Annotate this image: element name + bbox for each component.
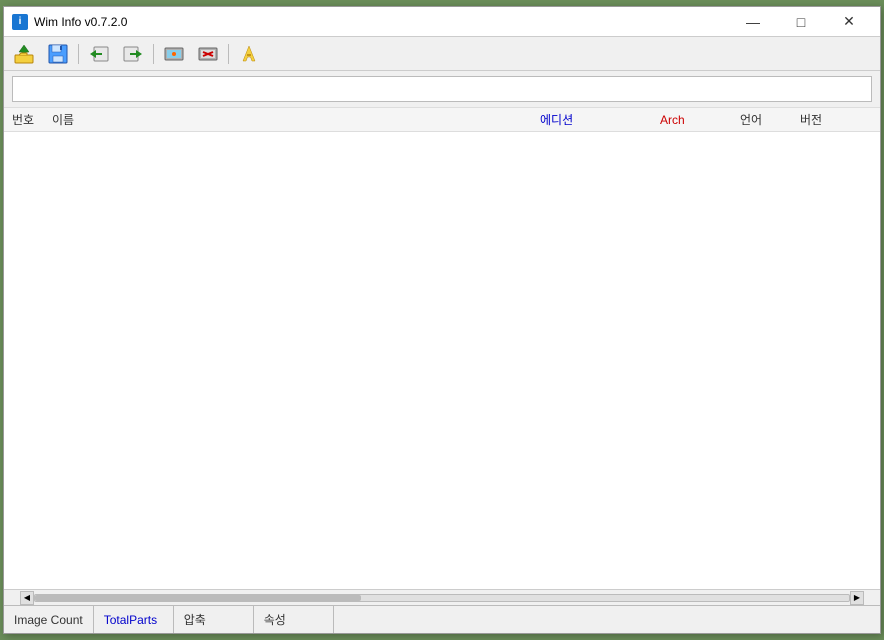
status-bar: Image Count TotalParts 압축 속성 bbox=[4, 605, 880, 633]
col-header-edition[interactable]: 에디션 bbox=[536, 111, 656, 128]
minimize-button[interactable]: — bbox=[730, 7, 776, 37]
import-image-button[interactable] bbox=[117, 40, 149, 68]
open-wim-icon bbox=[13, 43, 35, 65]
close-button[interactable]: ✕ bbox=[826, 7, 872, 37]
scroll-track[interactable] bbox=[34, 594, 850, 602]
toolbar bbox=[4, 37, 880, 71]
maximize-button[interactable]: □ bbox=[778, 7, 824, 37]
separator-1 bbox=[78, 44, 79, 64]
col-header-number[interactable]: 번호 bbox=[8, 111, 48, 128]
col-header-language[interactable]: 언어 bbox=[736, 111, 796, 128]
col-header-version[interactable]: 버전 bbox=[796, 111, 876, 128]
status-properties: 속성 bbox=[254, 606, 334, 633]
export-image-button[interactable] bbox=[83, 40, 115, 68]
scroll-thumb[interactable] bbox=[35, 595, 361, 601]
scroll-left-button[interactable]: ◀ bbox=[20, 591, 34, 605]
horizontal-scrollbar[interactable]: ◀ ▶ bbox=[4, 589, 880, 605]
delete-image-icon bbox=[197, 43, 219, 65]
address-input[interactable] bbox=[17, 82, 867, 96]
col-header-name[interactable]: 이름 bbox=[48, 111, 536, 128]
title-bar: i Wim Info v0.7.2.0 — □ ✕ bbox=[4, 7, 880, 37]
open-wim-button[interactable] bbox=[8, 40, 40, 68]
capture-image-button[interactable] bbox=[158, 40, 190, 68]
save-wim-icon bbox=[47, 43, 69, 65]
address-bar[interactable] bbox=[12, 76, 872, 102]
title-bar-left: i Wim Info v0.7.2.0 bbox=[12, 14, 127, 30]
scroll-right-button[interactable]: ▶ bbox=[850, 591, 864, 605]
content-area: 번호 이름 에디션 Arch 언어 버전 bbox=[4, 108, 880, 589]
title-bar-controls: — □ ✕ bbox=[730, 7, 872, 37]
delete-image-button[interactable] bbox=[192, 40, 224, 68]
main-window: i Wim Info v0.7.2.0 — □ ✕ bbox=[3, 6, 881, 634]
capture-image-icon bbox=[163, 43, 185, 65]
col-header-arch[interactable]: Arch bbox=[656, 113, 736, 127]
separator-3 bbox=[228, 44, 229, 64]
app-icon: i bbox=[12, 14, 28, 30]
table-header: 번호 이름 에디션 Arch 언어 버전 bbox=[4, 108, 880, 132]
export-image-icon bbox=[88, 43, 110, 65]
window-title: Wim Info v0.7.2.0 bbox=[34, 15, 127, 29]
separator-2 bbox=[153, 44, 154, 64]
status-total-parts: TotalParts bbox=[94, 606, 174, 633]
table-body bbox=[4, 132, 880, 589]
save-wim-button[interactable] bbox=[42, 40, 74, 68]
rename-button[interactable] bbox=[233, 40, 265, 68]
rename-icon bbox=[238, 43, 260, 65]
status-compression: 압축 bbox=[174, 606, 254, 633]
import-image-icon bbox=[122, 43, 144, 65]
status-image-count: Image Count bbox=[4, 606, 94, 633]
